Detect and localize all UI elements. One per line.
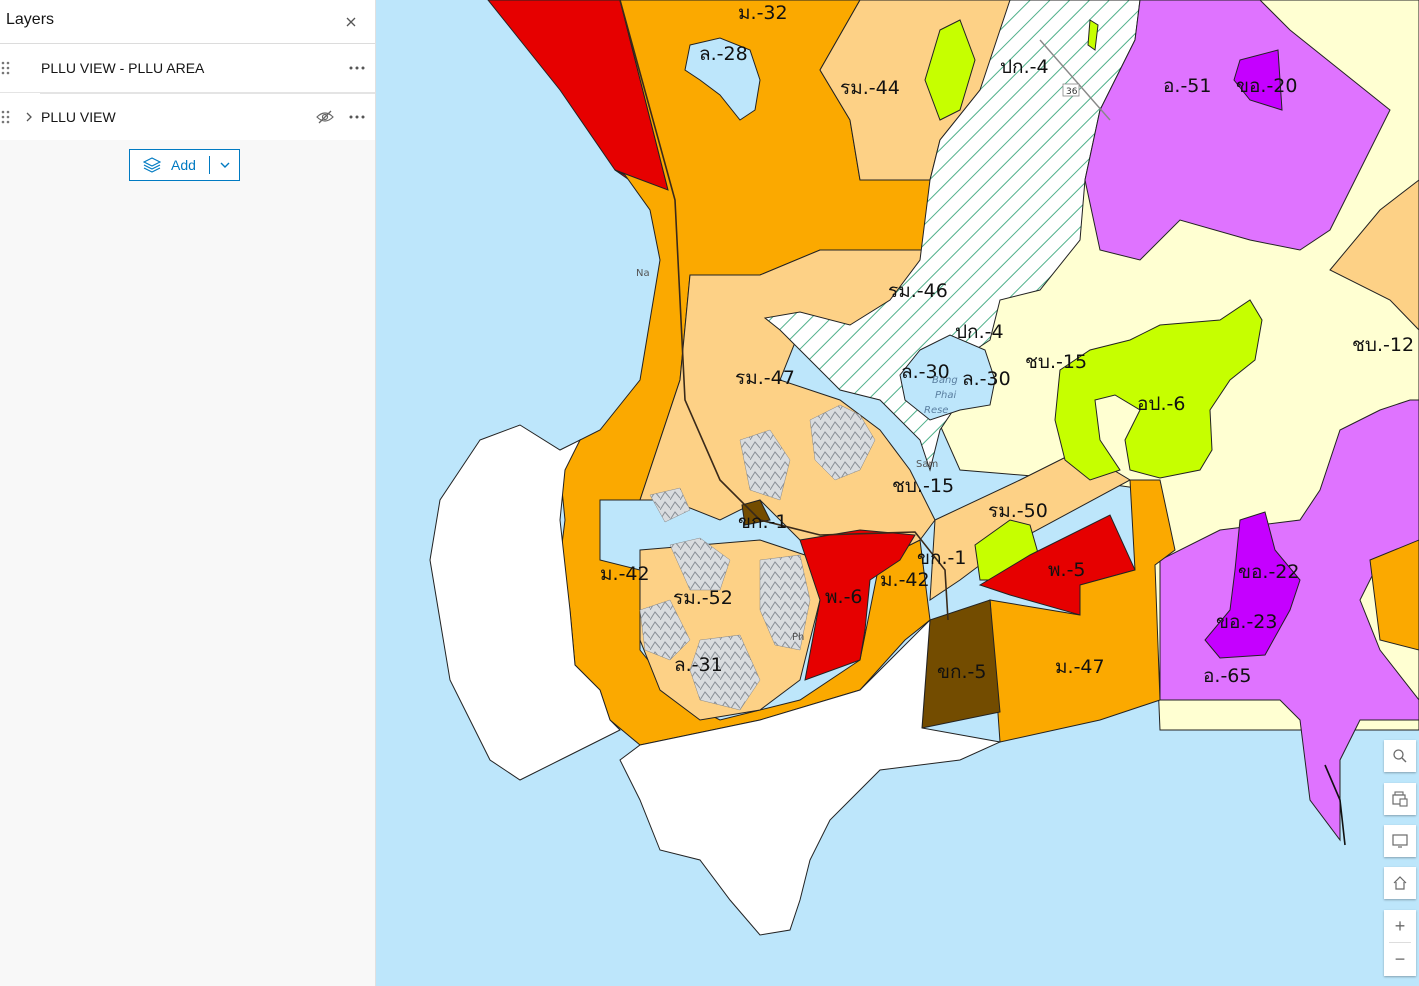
print-button[interactable] (1384, 783, 1416, 815)
panel-header: Layers (0, 0, 375, 44)
drag-handle-icon[interactable] (0, 109, 12, 125)
add-label: Add (171, 157, 196, 173)
zoom-out-icon: − (1394, 948, 1406, 969)
zone-label: รม.-47 (735, 367, 795, 389)
zone-label: ม.-47 (1055, 656, 1105, 678)
toggle-visibility-button[interactable] (313, 105, 337, 129)
zone-label: ล.-31 (674, 654, 723, 676)
basemap-label: Phai (935, 390, 956, 401)
screen-icon (1392, 834, 1408, 848)
basemap-label: 36 (1066, 87, 1078, 97)
zone-label: ม.-32 (738, 2, 788, 24)
zone-label: ม.-42 (600, 563, 650, 585)
layer-item-pllu-view[interactable]: PLLU VIEW (0, 92, 375, 140)
row-divider (40, 93, 375, 94)
layer-options-button[interactable] (345, 105, 369, 129)
close-icon (346, 17, 356, 27)
zone-label: ชบ.-15 (1025, 351, 1087, 373)
zone-label: อป.-6 (1137, 393, 1185, 415)
zone-label: รม.-44 (840, 77, 900, 99)
zone-label: อ.-51 (1163, 75, 1211, 97)
zone-label: ปก.-4 (1000, 56, 1049, 78)
zoom-out-button[interactable]: − (1384, 943, 1416, 975)
home-button[interactable] (1384, 867, 1416, 899)
zone-label: ขก.-5 (937, 661, 986, 683)
more-icon (349, 115, 365, 119)
panel-title: Layers (6, 11, 55, 28)
zoom-controls: + − (1384, 910, 1416, 976)
zone-label: ชบ.-12 (1352, 334, 1414, 356)
chevron-down-icon (220, 162, 229, 168)
chevron-right-icon[interactable] (22, 109, 36, 125)
layer-item-pllu-area[interactable]: PLLU VIEW - PLLU AREA (0, 44, 375, 92)
layer-options-button[interactable] (345, 56, 369, 80)
add-options-dropdown[interactable] (210, 150, 239, 180)
drag-handle-icon[interactable] (0, 60, 12, 76)
map-canvas[interactable]: ม.-32 ล.-28 รม.-44 ปก.-4 อ.-51 ขอ.-20 รม… (376, 0, 1419, 986)
zone-label: รม.-50 (988, 500, 1048, 522)
zone-label: ม.-42 (880, 569, 930, 591)
zone-label: รม.-52 (673, 587, 733, 609)
close-panel-button[interactable] (339, 10, 363, 34)
layer-label: PLLU VIEW (41, 109, 116, 125)
home-icon (1393, 876, 1407, 890)
zone-label: ขก.-1 (917, 547, 966, 569)
zone-label: ชบ.-15 (892, 475, 954, 497)
zoom-in-button[interactable]: + (1384, 910, 1416, 942)
zone-label: พ.-5 (1048, 559, 1086, 581)
zone-label: ขอ.-20 (1236, 75, 1297, 97)
basemap-label: Ph (792, 632, 804, 643)
zone-label: ล.-30 (962, 368, 1011, 390)
more-icon (349, 66, 365, 70)
basemap-label: Na (636, 268, 650, 279)
eye-off-icon (316, 110, 334, 124)
layer-list: PLLU VIEW - PLLU AREA PLLU VIEW (0, 44, 375, 140)
zone-label: ขอ.-23 (1216, 611, 1277, 633)
zone-label: ขก.-1 (738, 511, 787, 533)
basemap-label: Rese (924, 405, 948, 416)
basemap-label: Sam (916, 459, 938, 470)
search-button[interactable] (1384, 740, 1416, 772)
layers-icon (143, 157, 162, 173)
zone-label: ปก.-4 (955, 321, 1004, 343)
layers-panel: Layers PLLU VIEW - PLLU AREA PLLU VIEW A… (0, 0, 376, 986)
screen-button[interactable] (1384, 825, 1416, 857)
zone-label: ล.-28 (699, 43, 748, 65)
zone-label: ขอ.-22 (1238, 561, 1299, 583)
zoom-in-icon: + (1394, 915, 1406, 936)
add-layer-button[interactable]: Add (130, 150, 209, 180)
layer-label: PLLU VIEW - PLLU AREA (41, 60, 205, 76)
basemap-label: Bang (932, 375, 958, 386)
add-layer-split-button: Add (129, 149, 240, 181)
search-icon (1393, 749, 1407, 763)
zone-label: พ.-6 (825, 586, 863, 608)
map-view[interactable]: ม.-32 ล.-28 รม.-44 ปก.-4 อ.-51 ขอ.-20 รม… (376, 0, 1419, 986)
print-icon (1392, 791, 1408, 807)
zone-label: อ.-65 (1203, 665, 1251, 687)
zone-label: รม.-46 (888, 280, 948, 302)
